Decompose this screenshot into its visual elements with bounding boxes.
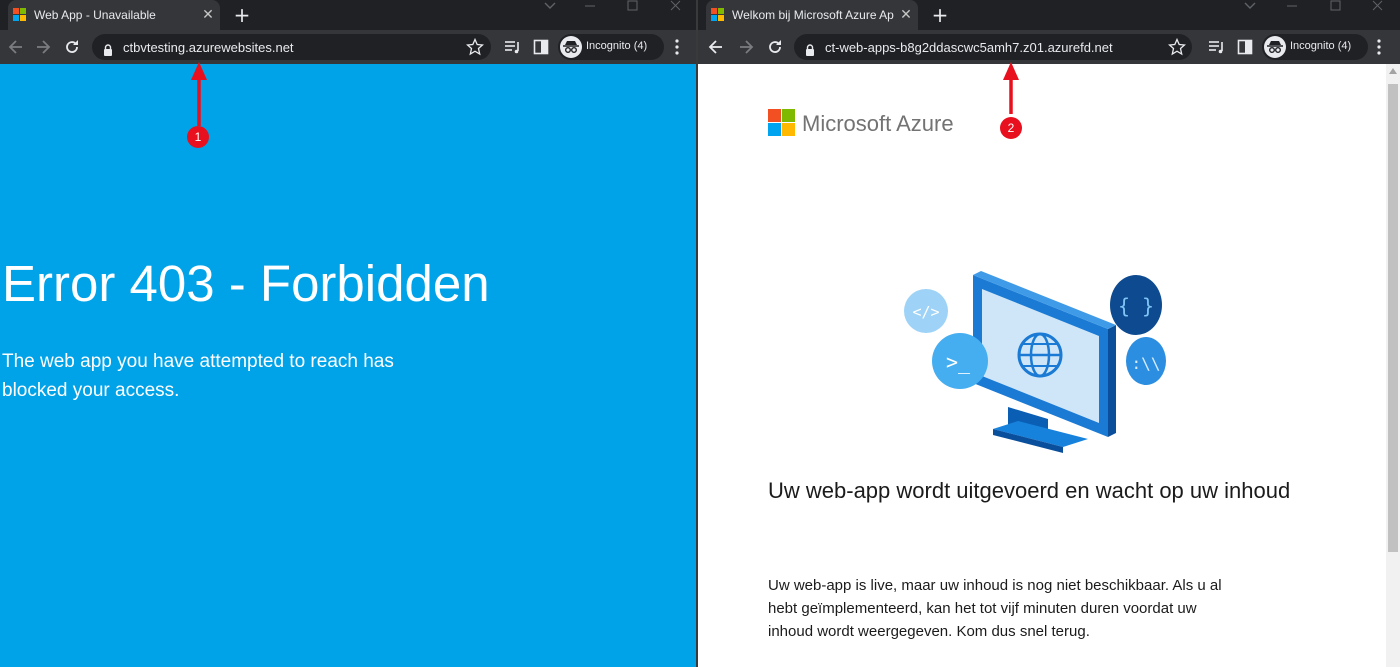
address-toolbar: ctbvtesting.azurewebsites.net Incognito … (0, 30, 696, 64)
azure-welcome-page: Microsoft Azure </> >_ {}:\\ Uw web-ap… (698, 64, 1400, 667)
annotation-arrow-icon (191, 62, 207, 126)
page-heading: Uw web-app wordt uitgevoerd en wacht op … (768, 478, 1291, 503)
microsoft-logo-icon (711, 8, 725, 22)
annotation-badge-1: 1 (187, 126, 209, 148)
tab-search-icon[interactable] (1240, 0, 1260, 12)
new-tab-button[interactable]: + (232, 5, 252, 25)
star-icon[interactable] (465, 37, 485, 56)
tab-search-icon[interactable] (540, 0, 560, 12)
svg-text:>_: >_ (946, 350, 971, 374)
new-tab-button[interactable]: + (930, 5, 950, 25)
error-message: The web app you have attempted to reach … (2, 351, 394, 401)
arrow-right-icon[interactable] (736, 37, 756, 57)
url-text: ct-web-apps-b8g2ddascwc5amh7.z01.azurefd… (825, 40, 1113, 55)
incognito-label: Incognito (4) (1290, 40, 1352, 52)
close-window-icon[interactable] (666, 0, 686, 12)
maximize-icon[interactable] (1326, 0, 1346, 12)
svg-text:</>: </> (912, 303, 939, 321)
svg-text:{ }: { } (1118, 294, 1154, 318)
lock-icon[interactable] (804, 41, 816, 56)
reload-icon[interactable] (62, 37, 82, 57)
scroll-up-icon[interactable] (1389, 68, 1397, 74)
reading-list-icon[interactable] (1207, 38, 1225, 56)
address-bar[interactable]: ctbvtesting.azurewebsites.net (92, 34, 491, 60)
brand-name: Microsoft Azure (802, 111, 954, 136)
star-icon[interactable] (1167, 37, 1187, 56)
tab-title: Welkom bij Microsoft Azure App (732, 8, 894, 22)
tab-title: Web App - Unavailable (34, 8, 156, 22)
microsoft-logo-icon (768, 109, 796, 137)
annotation-arrow-icon (1003, 62, 1019, 114)
tab-strip: Welkom bij Microsoft Azure App ✕ + (698, 0, 1400, 30)
left-browser-window: Web App - Unavailable ✕ + ctbvtesting.az… (0, 0, 696, 667)
incognito-profile-button[interactable]: Incognito (4) (1262, 34, 1368, 60)
incognito-profile-button[interactable]: Incognito (4) (558, 34, 664, 60)
close-window-icon[interactable] (1368, 0, 1388, 12)
incognito-icon (560, 36, 582, 58)
arrow-left-icon[interactable] (6, 37, 26, 57)
page-body-text: Uw web-app is live, maar uw inhoud is no… (768, 577, 1222, 640)
tab-welkom-azure[interactable]: Welkom bij Microsoft Azure App ✕ (706, 0, 918, 30)
web-app-monitor-illustration-icon: </> >_ { } :\\ (904, 271, 1166, 453)
right-browser-window: Welkom bij Microsoft Azure App ✕ + ct-we… (698, 0, 1400, 667)
vertical-scrollbar[interactable] (1386, 64, 1400, 667)
reading-list-icon[interactable] (503, 38, 521, 56)
close-icon[interactable]: ✕ (200, 7, 216, 23)
url-text: ctbvtesting.azurewebsites.net (123, 40, 294, 55)
kebab-menu-icon[interactable] (1374, 38, 1384, 56)
incognito-icon (1264, 36, 1286, 58)
microsoft-logo-icon (13, 8, 27, 22)
minimize-icon[interactable] (580, 0, 600, 12)
address-bar[interactable]: ct-web-apps-b8g2ddascwc5amh7.z01.azurefd… (794, 34, 1192, 60)
tab-strip: Web App - Unavailable ✕ + (0, 0, 696, 30)
address-toolbar: ct-web-apps-b8g2ddascwc5amh7.z01.azurefd… (698, 30, 1400, 64)
tab-web-app-unavailable[interactable]: Web App - Unavailable ✕ (8, 0, 220, 30)
arrow-right-icon[interactable] (33, 37, 53, 57)
annotation-badge-2: 2 (1000, 117, 1022, 139)
close-icon[interactable]: ✕ (898, 7, 914, 23)
incognito-label: Incognito (4) (586, 40, 648, 52)
svg-text::\\: :\\ (1132, 354, 1161, 373)
side-panel-icon[interactable] (532, 38, 550, 56)
scrollbar-thumb[interactable] (1388, 84, 1398, 552)
kebab-menu-icon[interactable] (672, 38, 682, 56)
maximize-icon[interactable] (623, 0, 643, 12)
error-title: Error 403 - Forbidden (2, 255, 490, 312)
arrow-left-icon[interactable] (706, 37, 726, 57)
minimize-icon[interactable] (1282, 0, 1302, 12)
side-panel-icon[interactable] (1236, 38, 1254, 56)
lock-icon[interactable] (102, 41, 114, 56)
reload-icon[interactable] (765, 37, 785, 57)
error-page: Error 403 - Forbidden The web app you ha… (0, 64, 696, 667)
